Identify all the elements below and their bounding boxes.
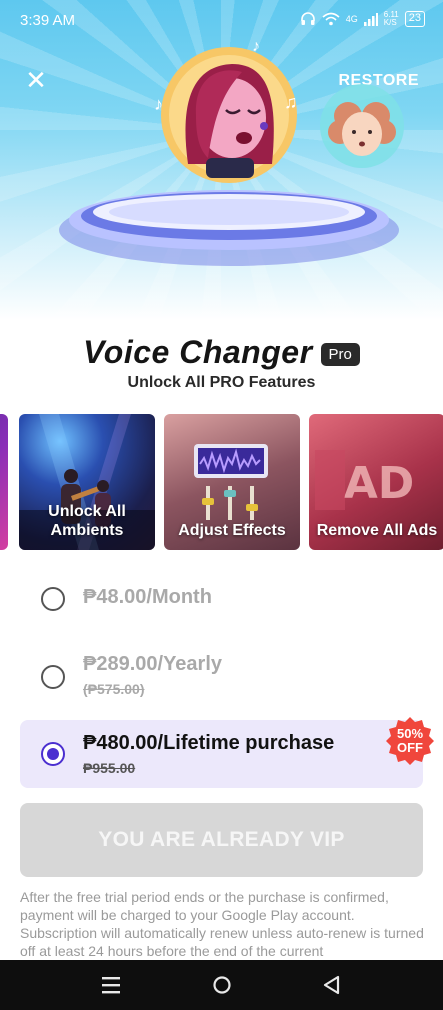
plan-option-lifetime[interactable]: ₱480.00/Lifetime purchase ₱955.00 50% OF… [20, 717, 434, 788]
feature-card-ambients: Unlock All Ambients [19, 414, 155, 550]
svg-text:AD: AD [344, 458, 415, 509]
subtitle: Unlock All PRO Features [127, 374, 316, 391]
status-icons: 4G 6.11 K/S 23 [300, 11, 425, 27]
plan-price: ₱48.00/Month [83, 586, 212, 608]
feature-card-effects: Adjust Effects [164, 414, 300, 550]
status-time: 3:39 AM [20, 12, 76, 29]
plan-option-monthly[interactable]: ₱48.00/Month [20, 574, 423, 624]
hero-banner: 3:39 AM 4G 6.11 K/S 23 ✕ RESTORE ♪ ♪ ♫ [0, 0, 443, 320]
plan-original-price: ₱955.00 [83, 760, 136, 776]
plan-price: ₱480.00/Lifetime purchase [83, 732, 335, 754]
plan-price: ₱289.00/Yearly [83, 653, 223, 675]
feature-label: Remove All Ads [316, 522, 438, 539]
girl-avatar-illustration [320, 84, 404, 168]
vip-status-button[interactable]: YOU ARE ALREADY VIP [20, 803, 423, 877]
signal-icon [363, 13, 378, 26]
home-icon[interactable] [210, 974, 234, 996]
headphones-icon [300, 12, 315, 25]
feature-card-ads: AD Remove All Ads [309, 414, 443, 550]
status-bar: 3:39 AM 4G 6.11 K/S 23 [0, 0, 443, 44]
discount-text: 50% OFF [385, 727, 435, 755]
feature-label: Adjust Effects [178, 522, 286, 539]
title-row: Voice Changer Pro [0, 330, 443, 374]
back-icon[interactable] [320, 974, 344, 996]
plan-original-price: (₱575.00) [83, 681, 145, 697]
pro-badge: Pro [320, 342, 360, 366]
app-title: Voice Changer [83, 333, 313, 370]
close-button[interactable]: ✕ [22, 66, 50, 94]
navigation-bar [0, 960, 443, 1010]
recent-apps-icon[interactable] [100, 974, 124, 996]
network-type: 4G [345, 14, 358, 24]
network-speed: 6.11 K/S [383, 10, 399, 27]
radio-button[interactable] [41, 665, 65, 689]
singer-avatar-illustration [161, 47, 297, 183]
radio-button[interactable] [41, 587, 65, 611]
wifi-icon [322, 12, 340, 26]
discount-label: 50% OFF [396, 726, 424, 755]
radio-button-selected[interactable] [41, 742, 65, 766]
music-note-icon: ♫ [284, 92, 298, 112]
plan-option-yearly[interactable]: ₱289.00/Yearly (₱575.00) [20, 642, 423, 708]
feature-carousel[interactable]: Unlock All Ambients Adjust Effects AD Re… [0, 414, 443, 550]
subscription-terms-text: After the free trial period ends or the … [20, 889, 424, 959]
feature-card-partial [0, 414, 8, 550]
podium-illustration [59, 190, 399, 266]
music-note-icon: ♪ [252, 38, 260, 55]
discount-badge: 50% OFF [385, 716, 435, 766]
battery-indicator: 23 [404, 11, 425, 27]
music-note-icon: ♪ [154, 94, 163, 114]
feature-label: Unlock All Ambients [48, 503, 126, 539]
